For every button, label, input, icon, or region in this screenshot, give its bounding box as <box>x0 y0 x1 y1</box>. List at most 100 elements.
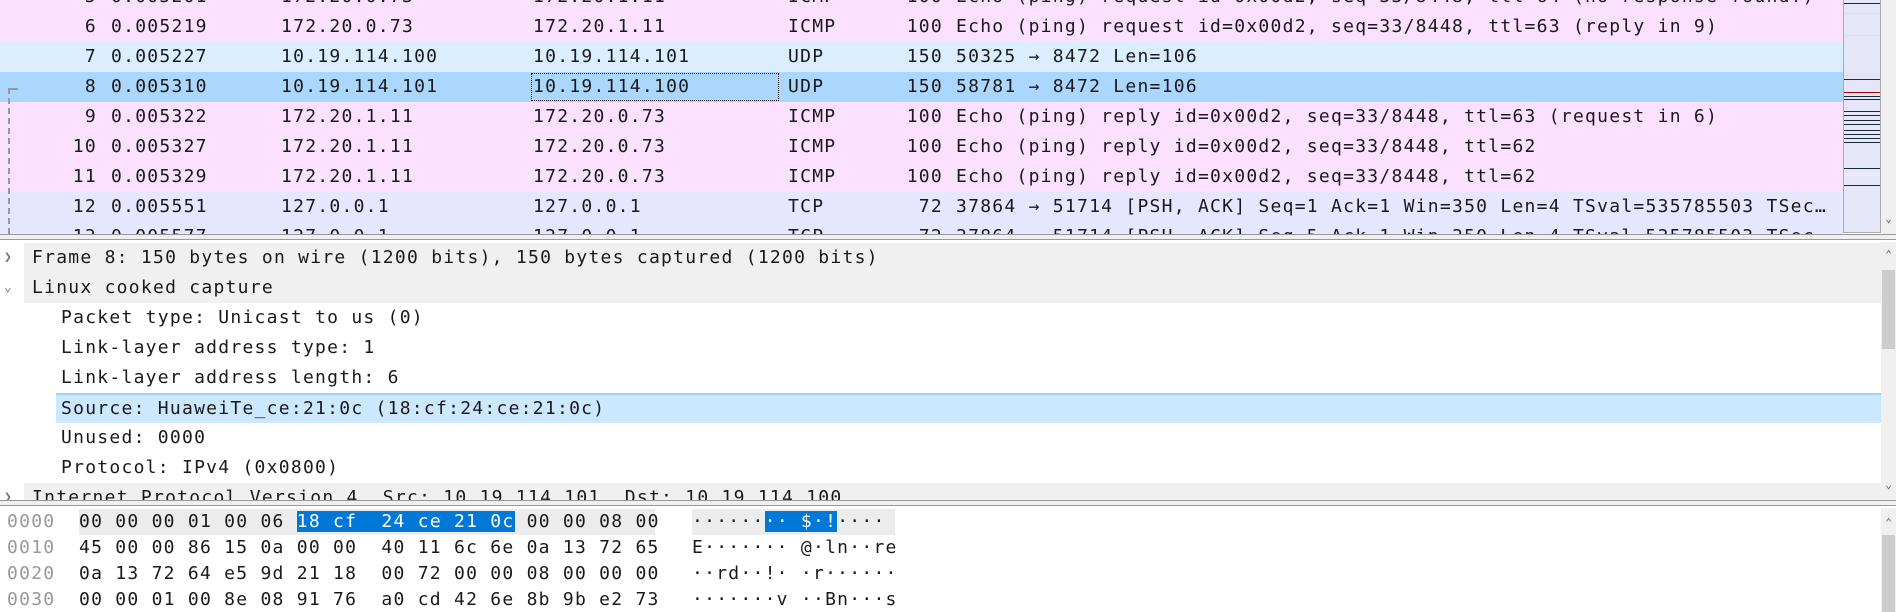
tree-item-label: Internet Protocol Version 4, Src: 10.19.… <box>32 487 843 500</box>
tree-item-label: Frame 8: 150 bytes on wire (1200 bits), … <box>32 247 879 268</box>
packet-details-tree[interactable]: ❯ Frame 8: 150 bytes on wire (1200 bits)… <box>0 242 1881 500</box>
bytes-text: ··rd··!· ·r······ <box>692 563 898 584</box>
scroll-down-icon[interactable]: ⌄ <box>1881 478 1896 491</box>
collapse-arrow-icon[interactable]: ⌄ <box>4 273 12 303</box>
packet-number: 13 <box>73 222 97 234</box>
packet-length: 150 <box>906 46 943 67</box>
scroll-up-icon[interactable]: ⌃ <box>1881 516 1896 529</box>
packet-number: 6 <box>84 16 97 37</box>
tree-item-linux-cooked-capture[interactable]: ⌄ Linux cooked capture <box>4 273 1881 303</box>
hex-bytes[interactable]: 00 00 00 01 00 06 18 cf 24 ce 21 0c 00 0… <box>79 509 658 535</box>
packet-bytes-pane[interactable]: 0000 00 00 00 01 00 06 18 cf 24 ce 21 0c … <box>0 508 1881 612</box>
bytes-scrollbar[interactable]: ⌃ <box>1881 508 1896 612</box>
packet-info: 58781 → 8472 Len=106 <box>956 76 1198 97</box>
packet-length: 100 <box>907 0 943 12</box>
scrollbar-thumb[interactable] <box>1882 535 1895 612</box>
packet-source: 127.0.0.1 <box>281 222 390 234</box>
packet-source: 172.20.1.11 <box>281 136 415 157</box>
expand-arrow-icon[interactable]: ❯ <box>4 243 12 273</box>
packet-protocol: ICMP <box>788 136 837 157</box>
minimap-mark <box>1844 173 1880 174</box>
minimap-mark <box>1844 130 1880 131</box>
minimap-mark <box>1844 138 1880 139</box>
scroll-down-icon[interactable]: ⌄ <box>1881 212 1896 225</box>
hex-offset: 0020 <box>7 561 55 587</box>
hex-offset: 0000 <box>7 509 55 535</box>
packet-number: 8 <box>84 76 97 97</box>
ascii-bytes[interactable]: ·······v ··Bn···s <box>692 587 898 612</box>
minimap-mark <box>1844 111 1880 112</box>
scroll-up-icon[interactable]: ⌃ <box>1881 248 1896 261</box>
hex-bytes[interactable]: 00 00 01 00 8e 08 91 76 a0 cd 42 6e 8b 9… <box>79 587 658 612</box>
tree-item-label: Protocol: IPv4 (0x0800) <box>61 457 340 478</box>
packet-protocol: TCP <box>788 196 825 217</box>
bytes-text: 0020 <box>7 563 56 584</box>
bytes-text: ·······v ··Bn···s <box>692 589 898 610</box>
packet-row[interactable]: 6 0.005219 172.20.0.73 172.20.1.11 ICMP 100 Ec… <box>0 12 1843 42</box>
bytes-text: 45 00 00 86 15 0a 00 00 40 11 6c 6e 0a 1… <box>79 537 660 558</box>
packet-info: 37864 → 51714 [PSH, ACK] Seq=5 Ack=1 Win… <box>956 222 1826 234</box>
minimap-mark <box>1844 134 1880 135</box>
packet-info: 50325 → 8472 Len=106 <box>956 46 1198 67</box>
packet-length: 100 <box>906 166 943 187</box>
bytes-text: 00 00 08 00 <box>514 511 660 532</box>
tree-item-frame[interactable]: ❯ Frame 8: 150 bytes on wire (1200 bits)… <box>4 243 1881 273</box>
packet-destination: 172.20.0.73 <box>533 136 667 157</box>
ascii-bytes[interactable]: ··rd··!· ·r······ <box>692 561 898 587</box>
packet-info: 37864 → 51714 [PSH, ACK] Seq=1 Ack=1 Win… <box>956 196 1826 217</box>
packet-row[interactable]: 8 0.005310 10.19.114.101 10.19.114.100 UDP 15… <box>0 72 1843 102</box>
packet-list-scrollbar[interactable]: ⌄ <box>1881 0 1896 234</box>
hex-bytes[interactable]: 0a 13 72 64 e5 9d 21 18 00 72 00 00 08 0… <box>79 561 658 587</box>
packet-row[interactable]: 7 0.005227 10.19.114.100 10.19.114.101 UDP 15… <box>0 42 1843 72</box>
packet-row[interactable]: 11 0.005329 172.20.1.11 172.20.0.73 ICMP 100 E… <box>0 162 1843 192</box>
ascii-bytes[interactable]: E······· @·ln··re <box>692 535 898 561</box>
tree-item-packet-type[interactable]: Packet type: Unicast to us (0) <box>56 303 1881 333</box>
packet-row[interactable]: 9 0.005322 172.20.1.11 172.20.0.73 ICMP 100 Ec… <box>0 102 1843 132</box>
expand-arrow-icon[interactable]: ❯ <box>4 483 12 500</box>
packet-list[interactable]: 5 0.005201 172.20.0.73 172.20.1.11 ICMP 100 Ec… <box>0 0 1843 234</box>
pane-splitter[interactable] <box>0 234 1896 240</box>
tree-item-ipv4[interactable]: ❯ Internet Protocol Version 4, Src: 10.1… <box>4 483 1881 500</box>
packet-protocol: UDP <box>788 46 825 67</box>
packet-number: 12 <box>72 196 97 217</box>
minimap-mark <box>1844 124 1880 125</box>
bytes-text: 0010 <box>7 537 56 558</box>
scrollbar-thumb[interactable] <box>1882 270 1895 349</box>
packet-time: 0.005577 <box>111 222 208 234</box>
pane-splitter[interactable] <box>0 500 1896 506</box>
hex-bytes[interactable]: 45 00 00 86 15 0a 00 00 40 11 6c 6e 0a 1… <box>79 535 658 561</box>
minimap-mark <box>1844 92 1880 93</box>
packet-source: 172.20.0.73 <box>281 0 414 12</box>
minimap-mark <box>1844 99 1880 100</box>
minimap-mark <box>1844 3 1880 4</box>
bytes-text: 00 00 01 00 8e 08 91 76 a0 cd 42 6e 8b 9… <box>79 589 660 610</box>
packet-minimap[interactable] <box>1843 0 1881 233</box>
ascii-bytes[interactable]: ········ $·!···· <box>692 509 895 535</box>
minimap-mark <box>1844 96 1880 97</box>
packet-time: 0.005310 <box>111 76 208 97</box>
highlighted-bytes: 18 cf 24 ce 21 0c <box>296 511 515 532</box>
packet-info: Echo (ping) reply id=0x00d2, seq=33/8448… <box>956 166 1537 187</box>
packet-time: 0.005322 <box>111 106 208 127</box>
bytes-text: E······· @·ln··re <box>692 537 898 558</box>
tree-item-unused[interactable]: Unused: 0000 <box>56 423 1881 453</box>
packet-row[interactable]: 5 0.005201 172.20.0.73 172.20.1.11 ICMP 100 Ec… <box>0 0 1843 12</box>
packet-info: Echo (ping) request id=0x00d2, seq=33/84… <box>956 16 1719 37</box>
packet-length: 100 <box>906 16 943 37</box>
packet-row[interactable]: 10 0.005327 172.20.1.11 172.20.0.73 ICMP 100 E… <box>0 132 1843 162</box>
bytes-text: ······ <box>692 511 765 532</box>
packet-length: 150 <box>906 76 943 97</box>
packet-destination: 172.20.1.11 <box>533 0 666 12</box>
tree-item-protocol[interactable]: Protocol: IPv4 (0x0800) <box>56 453 1881 483</box>
tree-item-link-layer-type[interactable]: Link-layer address type: 1 <box>56 333 1881 363</box>
packet-destination: 172.20.1.11 <box>533 16 667 37</box>
minimap-mark <box>1844 75 1880 76</box>
packet-source: 172.20.1.11 <box>281 106 415 127</box>
tree-item-source-selected[interactable]: Source: HuaweiTe_ce:21:0c (18:cf:24:ce:2… <box>56 393 1881 423</box>
packet-row[interactable]: 13 0.005577 127.0.0.1 127.0.0.1 TCP 72 37864 →… <box>0 222 1843 234</box>
tree-item-link-layer-length[interactable]: Link-layer address length: 6 <box>56 363 1881 393</box>
details-scrollbar[interactable]: ⌃ ⌄ <box>1881 242 1896 500</box>
packet-info: Echo (ping) request id=0x00d2, seq=33/84… <box>956 0 1826 12</box>
packet-row[interactable]: 12 0.005551 127.0.0.1 127.0.0.1 TCP 72 37864 →… <box>0 192 1843 222</box>
bytes-text: 0000 <box>7 511 56 532</box>
